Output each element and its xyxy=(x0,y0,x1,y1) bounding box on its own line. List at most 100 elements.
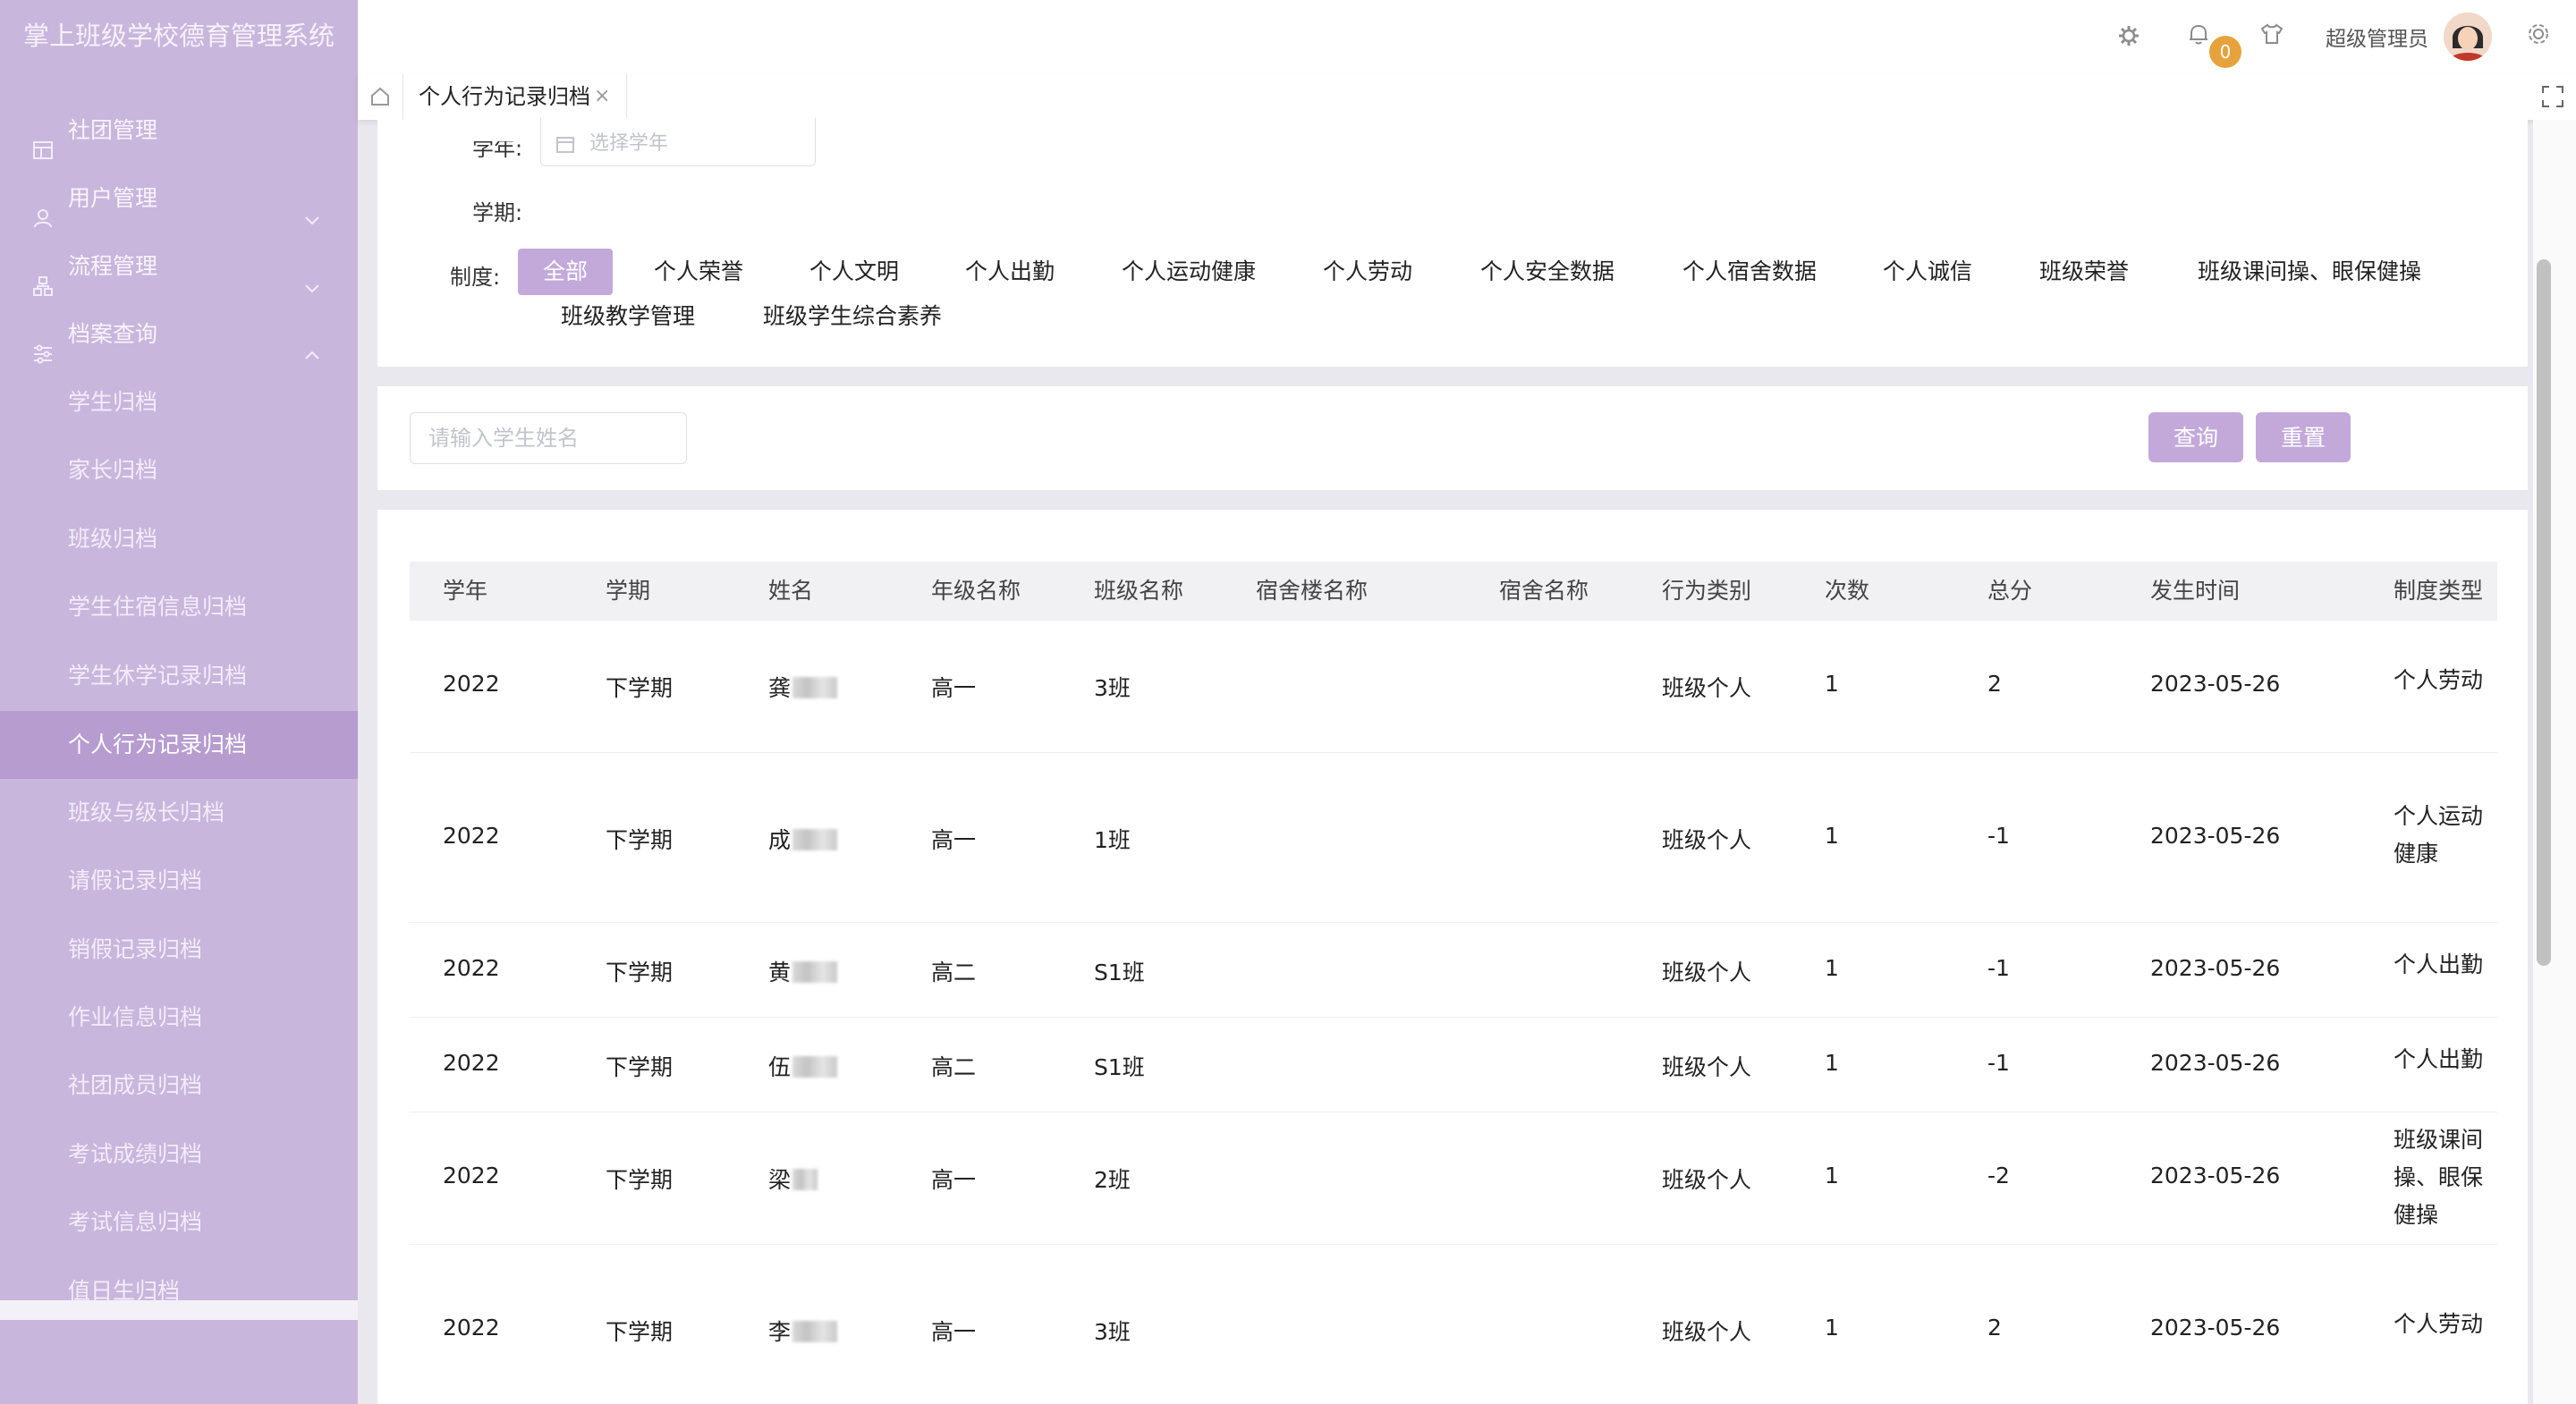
cell-term: 下学期 xyxy=(606,827,674,853)
filter-chip-class-literacy[interactable]: 班级学生综合素养 xyxy=(760,293,945,340)
sidebar-item-exam-info-archive[interactable]: 考试信息归档 xyxy=(0,1188,358,1256)
filter-chip-personal-attendance[interactable]: 个人出勤 xyxy=(964,249,1055,295)
menu-club-management[interactable]: 社团管理 xyxy=(0,97,358,165)
col-count: 次数 xyxy=(1825,578,1870,604)
cell-count: 1 xyxy=(1825,671,1839,697)
cell-name: 黄 xyxy=(768,955,838,987)
sub-item-label: 班级与级长归档 xyxy=(68,799,225,825)
menu-label: 用户管理 xyxy=(68,185,158,211)
top-header xyxy=(358,0,2576,74)
sidebar-item-suspension-archive[interactable]: 学生休学记录归档 xyxy=(0,642,358,710)
sidebar-item-dorm-archive[interactable]: 学生住宿信息归档 xyxy=(0,573,358,641)
name-redaction xyxy=(792,677,838,698)
sidebar-item-parent-archive[interactable]: 家长归档 xyxy=(0,436,358,504)
home-tab[interactable] xyxy=(358,73,403,120)
admin-name[interactable]: 超级管理员 xyxy=(2326,21,2428,52)
table-row[interactable]: 2022 下学期 梁 高一 2班 班级个人 1 -2 2023-05-26 班级… xyxy=(410,1112,2497,1245)
sidebar-item-leave-cancel-archive[interactable]: 销假记录归档 xyxy=(0,916,358,984)
chevron-down-icon xyxy=(302,189,322,225)
bell-icon[interactable] xyxy=(2186,21,2211,47)
menu-archive-query[interactable]: 档案查询 xyxy=(0,300,358,368)
sub-item-label: 社团成员归档 xyxy=(68,1072,203,1098)
menu-user-management[interactable]: 用户管理 xyxy=(0,165,358,233)
cell-time: 2023-05-26 xyxy=(2150,823,2281,849)
filter-chip-personal-sports[interactable]: 个人运动健康 xyxy=(1120,249,1258,295)
table-row[interactable]: 2022 下学期 伍 高二 S1班 班级个人 1 -1 2023-05-26 个… xyxy=(410,1018,2497,1112)
user-icon xyxy=(32,188,54,228)
cell-time: 2023-05-26 xyxy=(2150,1163,2281,1188)
cell-class: 3班 xyxy=(1094,675,1131,701)
cell-name: 龚 xyxy=(768,671,838,703)
close-icon[interactable]: × xyxy=(594,73,610,120)
sub-item-label: 学生住宿信息归档 xyxy=(68,594,248,620)
col-type: 制度类型 xyxy=(2394,578,2484,604)
name-redaction xyxy=(792,1056,838,1078)
page-scrollbar-thumb[interactable] xyxy=(2537,259,2551,966)
col-name: 姓名 xyxy=(768,578,814,604)
sub-item-label: 作业信息归档 xyxy=(68,1004,203,1030)
year-picker[interactable]: 选择学年 xyxy=(540,118,816,166)
table-row[interactable]: 2022 下学期 龚 高一 3班 班级个人 1 2 2023-05-26 个人劳… xyxy=(410,621,2497,753)
avatar[interactable] xyxy=(2444,13,2492,61)
cell-time: 2023-05-26 xyxy=(2150,955,2281,981)
reset-button[interactable]: 重置 xyxy=(2256,412,2351,462)
filter-chip-personal-civility[interactable]: 个人文明 xyxy=(809,249,900,295)
cell-class: 2班 xyxy=(1094,1167,1131,1193)
filter-chip-class-teaching[interactable]: 班级教学管理 xyxy=(558,293,698,340)
cell-category: 班级个人 xyxy=(1662,1054,1752,1080)
menu-flow-management[interactable]: 流程管理 xyxy=(0,233,358,300)
sidebar-horizontal-scrollbar[interactable] xyxy=(0,1300,358,1320)
filter-chip-personal-safety[interactable]: 个人安全数据 xyxy=(1478,249,1617,295)
sub-item-label: 学生休学记录归档 xyxy=(68,663,248,689)
table-row[interactable]: 2022 下学期 成 高一 1班 班级个人 1 -1 2023-05-26 个人… xyxy=(410,753,2497,923)
col-term: 学期 xyxy=(606,578,651,604)
cell-name: 梁 xyxy=(768,1163,818,1195)
sidebar-item-club-member-archive[interactable]: 社团成员归档 xyxy=(0,1052,358,1120)
col-dorm: 宿舍名称 xyxy=(1499,578,1589,604)
settings-icon[interactable] xyxy=(2526,21,2551,47)
cell-class: 3班 xyxy=(1094,1319,1131,1345)
sidebar-item-behavior-archive[interactable]: 个人行为记录归档 xyxy=(0,711,358,779)
filter-chip-class-honor[interactable]: 班级荣誉 xyxy=(2038,249,2131,295)
cell-year: 2022 xyxy=(443,1050,500,1076)
name-surname: 龚 xyxy=(768,675,792,701)
query-button[interactable]: 查询 xyxy=(2148,412,2243,462)
sidebar-item-class-leader-archive[interactable]: 班级与级长归档 xyxy=(0,779,358,847)
filter-chip-personal-dorm[interactable]: 个人宿舍数据 xyxy=(1680,249,1819,295)
gear-small-icon[interactable] xyxy=(2116,23,2141,48)
cell-category: 班级个人 xyxy=(1662,675,1752,701)
cell-year: 2022 xyxy=(443,671,500,697)
name-redaction xyxy=(792,829,838,850)
cell-term: 下学期 xyxy=(606,1054,674,1080)
filter-chip-personal-honor[interactable]: 个人荣誉 xyxy=(653,249,744,295)
search-input[interactable] xyxy=(427,413,672,463)
table-row[interactable]: 2022 下学期 黄 高二 S1班 班级个人 1 -1 2023-05-26 个… xyxy=(410,923,2497,1018)
col-score: 总分 xyxy=(1987,578,2033,604)
cell-category: 班级个人 xyxy=(1662,1167,1752,1193)
sidebar-item-class-archive[interactable]: 班级归档 xyxy=(0,505,358,573)
sub-item-label: 家长归档 xyxy=(68,457,158,483)
table-icon xyxy=(32,120,54,159)
sidebar-item-student-archive[interactable]: 学生归档 xyxy=(0,368,358,436)
tab-behavior-archive[interactable]: 个人行为记录归档 × xyxy=(402,73,627,120)
cell-count: 1 xyxy=(1825,955,1839,981)
fullscreen-icon[interactable] xyxy=(2540,84,2565,109)
student-name-search[interactable] xyxy=(410,412,687,464)
cell-type: 个人劳动 xyxy=(2394,667,2484,693)
name-surname: 黄 xyxy=(768,960,792,985)
cell-time: 2023-05-26 xyxy=(2150,671,2281,697)
cell-class: S1班 xyxy=(1094,1054,1145,1080)
cell-count: 1 xyxy=(1825,1050,1839,1076)
filter-chip-personal-labor[interactable]: 个人劳动 xyxy=(1322,249,1413,295)
filter-chip-class-exercise[interactable]: 班级课间操、眼保健操 xyxy=(2193,249,2426,295)
sidebar-item-exam-score-archive[interactable]: 考试成绩归档 xyxy=(0,1121,358,1188)
sidebar-item-homework-archive[interactable]: 作业信息归档 xyxy=(0,984,358,1052)
cell-time: 2023-05-26 xyxy=(2150,1050,2281,1076)
menu-label: 社团管理 xyxy=(68,117,158,143)
cell-term: 下学期 xyxy=(606,960,674,985)
shirt-icon[interactable] xyxy=(2259,21,2284,47)
filter-chip-personal-integrity[interactable]: 个人诚信 xyxy=(1882,249,1973,295)
table-row[interactable]: 2022 下学期 李 高一 3班 班级个人 1 2 2023-05-26 个人劳… xyxy=(410,1245,2497,1404)
filter-chip-all[interactable]: 全部 xyxy=(518,249,613,295)
sidebar-item-leave-archive[interactable]: 请假记录归档 xyxy=(0,847,358,915)
